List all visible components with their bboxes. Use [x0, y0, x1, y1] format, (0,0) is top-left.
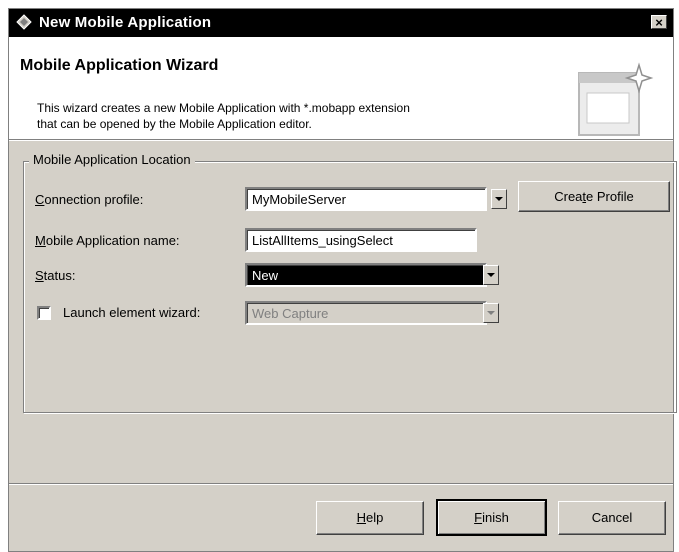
wizard-description: This wizard creates a new Mobile Applica… — [37, 100, 577, 132]
launch-wizard-dropdown-button[interactable] — [483, 303, 499, 323]
finish-button[interactable]: Finish — [436, 499, 547, 536]
dialog-window: New Mobile Application × Mobile Applicat… — [8, 8, 677, 552]
status-value: New — [252, 268, 279, 283]
location-group-legend: Mobile Application Location — [29, 152, 195, 167]
connection-profile-label: Connection profile: — [35, 192, 144, 207]
connection-profile-value: MyMobileServer — [252, 192, 346, 207]
wizard-description-line: This wizard creates a new Mobile Applica… — [37, 101, 410, 115]
window-sparkle-icon — [578, 62, 654, 136]
window-title: New Mobile Application — [39, 14, 212, 31]
wizard-banner: Mobile Application Wizard This wizard cr… — [9, 37, 673, 139]
status-select[interactable]: New — [245, 263, 487, 287]
status-dropdown-button[interactable] — [483, 265, 499, 285]
app-name-value: ListAllItems_usingSelect — [252, 233, 393, 248]
status-label: Status: — [35, 268, 76, 283]
app-name-input[interactable]: ListAllItems_usingSelect — [245, 228, 477, 252]
chevron-down-icon — [487, 273, 495, 277]
launch-wizard-label: Launch element wizard: — [63, 305, 201, 320]
chevron-down-icon — [487, 311, 495, 315]
cancel-button[interactable]: Cancel — [558, 501, 666, 535]
connection-profile-dropdown-button[interactable] — [491, 189, 507, 209]
create-profile-button[interactable]: Create Profile — [518, 181, 670, 212]
chevron-down-icon — [495, 197, 503, 201]
connection-profile-select[interactable]: MyMobileServer — [245, 187, 487, 211]
banner-separator — [9, 139, 673, 141]
title-bar[interactable]: New Mobile Application × — [9, 9, 673, 37]
footer-separator — [9, 483, 673, 485]
wizard-description-line: that can be opened by the Mobile Applica… — [37, 117, 312, 131]
launch-wizard-value: Web Capture — [252, 306, 329, 321]
launch-wizard-select[interactable]: Web Capture — [245, 301, 487, 325]
close-button[interactable]: × — [651, 15, 667, 29]
launch-wizard-checkbox[interactable] — [37, 306, 51, 320]
help-button[interactable]: Help — [316, 501, 424, 535]
app-name-label: Mobile Application name: — [35, 233, 180, 248]
wizard-title: Mobile Application Wizard — [20, 57, 219, 74]
wizard-diamond-icon — [16, 14, 32, 30]
close-icon: × — [655, 15, 663, 30]
